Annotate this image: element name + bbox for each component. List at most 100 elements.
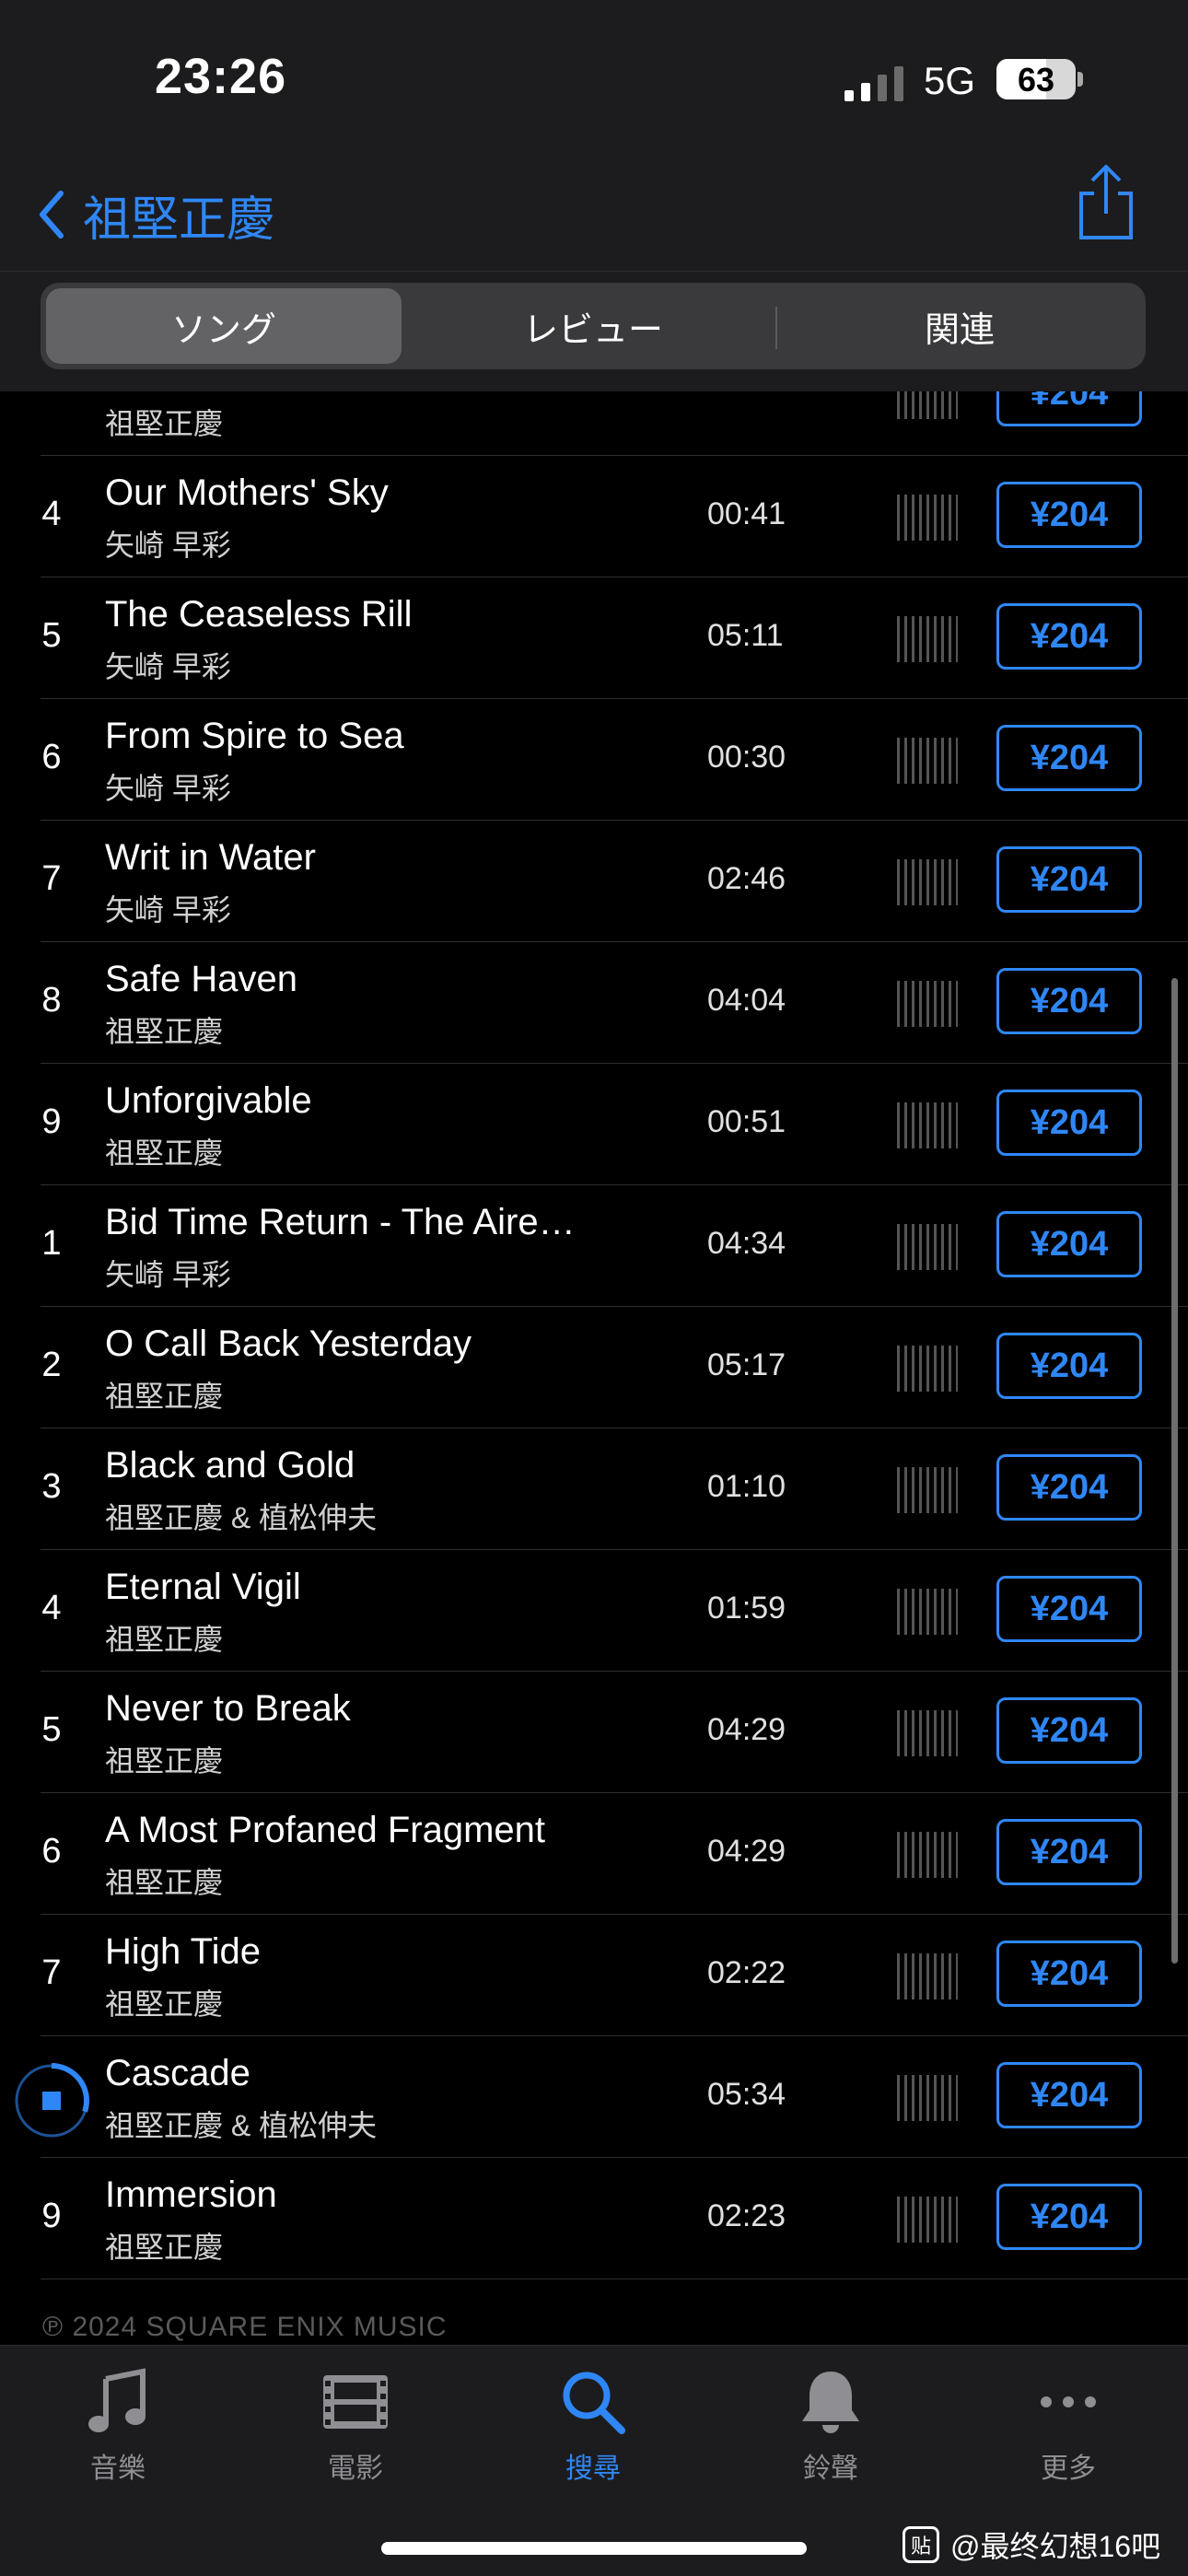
- track-list[interactable]: 祖堅正慶 ¥204 4 Our Mothers' Sky 矢崎 早彩 00:41 ¥20…: [0, 391, 1188, 2344]
- popularity-bars: [897, 738, 958, 784]
- track-title: From Spire to Sea: [105, 716, 404, 756]
- music-note-icon: [88, 2368, 146, 2432]
- back-button-label: 祖堅正慶: [83, 192, 275, 247]
- status-time: 23:26: [155, 49, 287, 104]
- tab-more[interactable]: 更多: [995, 2366, 1142, 2486]
- track-number: 7: [41, 859, 62, 898]
- track-artist: 祖堅正慶: [105, 1866, 224, 1899]
- buy-button[interactable]: ¥204: [996, 968, 1142, 1034]
- track-title: Immersion: [105, 2174, 277, 2215]
- track-duration: 00:30: [707, 740, 786, 775]
- home-indicator[interactable]: [381, 2542, 807, 2555]
- buy-button[interactable]: ¥204: [996, 603, 1142, 670]
- popularity-bars: [897, 2197, 958, 2243]
- track-row[interactable]: 5 Never to Break 祖堅正慶 04:29 ¥204: [0, 1672, 1188, 1793]
- track-row[interactable]: 4 Eternal Vigil 祖堅正慶 01:59 ¥204: [0, 1550, 1188, 1672]
- popularity-bars: [897, 2075, 958, 2121]
- track-duration: 01:59: [707, 1591, 786, 1626]
- tab-movies[interactable]: 電影: [282, 2366, 429, 2486]
- buy-button[interactable]: ¥204: [996, 1697, 1142, 1764]
- buy-button[interactable]: ¥204: [996, 1211, 1142, 1277]
- track-row[interactable]: 4 Our Mothers' Sky 矢崎 早彩 00:41 ¥204: [0, 456, 1188, 577]
- segment-divider: [775, 307, 777, 349]
- buy-button[interactable]: ¥204: [996, 725, 1142, 791]
- track-row[interactable]: Cascade 祖堅正慶 & 植松伸夫 05:34 ¥204: [0, 2036, 1188, 2158]
- buy-button[interactable]: ¥204: [996, 2062, 1142, 2128]
- track-row[interactable]: 2 O Call Back Yesterday 祖堅正慶 05:17 ¥204: [0, 1307, 1188, 1428]
- track-duration: 05:17: [707, 1347, 786, 1382]
- track-artist: 祖堅正慶: [105, 1015, 224, 1048]
- track-row[interactable]: 7 Writ in Water 矢崎 早彩 02:46 ¥204: [0, 821, 1188, 942]
- track-artist: 祖堅正慶: [105, 2231, 224, 2264]
- track-artist: 矢崎 早彩: [105, 529, 231, 562]
- track-row[interactable]: 6 A Most Profaned Fragment 祖堅正慶 04:29 ¥204: [0, 1793, 1188, 1915]
- buy-button[interactable]: ¥204: [996, 1090, 1142, 1156]
- track-title: Cascade: [105, 2053, 250, 2093]
- buy-button[interactable]: ¥204: [996, 2184, 1142, 2250]
- track-number: 7: [41, 1953, 62, 1992]
- track-row[interactable]: 9 Immersion 祖堅正慶 02:23 ¥204: [0, 2158, 1188, 2279]
- track-row-partial[interactable]: 祖堅正慶 ¥204: [0, 391, 1188, 456]
- track-title: Unforgivable: [105, 1080, 312, 1121]
- track-duration: 04:29: [707, 1712, 786, 1747]
- popularity-bars: [897, 859, 958, 905]
- track-title: Eternal Vigil: [105, 1567, 301, 1607]
- track-title: Black and Gold: [105, 1445, 355, 1486]
- buy-button[interactable]: ¥204: [996, 1333, 1142, 1399]
- track-title: Our Mothers' Sky: [105, 472, 389, 513]
- track-artist: 祖堅正慶: [105, 1380, 224, 1413]
- watermark-text: @最终幻想16吧: [950, 2530, 1161, 2563]
- track-artist: 祖堅正慶: [105, 1987, 224, 2021]
- buy-button[interactable]: ¥204: [996, 391, 1142, 426]
- track-duration: 04:29: [707, 1834, 786, 1869]
- track-duration: 05:34: [707, 2077, 786, 2112]
- track-duration: 04:34: [707, 1226, 786, 1261]
- cellular-signal-icon: [844, 66, 903, 101]
- track-row[interactable]: 6 From Spire to Sea 矢崎 早彩 00:30 ¥204: [0, 699, 1188, 821]
- tab-music[interactable]: 音樂: [44, 2366, 192, 2486]
- track-row[interactable]: 5 The Ceaseless Rill 矢崎 早彩 05:11 ¥204: [0, 577, 1188, 699]
- tab-label: 音樂: [90, 2454, 146, 2484]
- back-button[interactable]: 祖堅正慶: [35, 182, 274, 247]
- track-duration: 02:23: [707, 2198, 786, 2233]
- battery-level: 63: [1017, 61, 1055, 99]
- buy-button[interactable]: ¥204: [996, 1576, 1142, 1642]
- buy-button[interactable]: ¥204: [996, 1454, 1142, 1521]
- popularity-bars: [897, 1710, 958, 1756]
- buy-button[interactable]: ¥204: [996, 482, 1142, 548]
- scrollbar[interactable]: [1171, 978, 1178, 1964]
- track-artist: 祖堅正慶 & 植松伸夫: [105, 2109, 378, 2142]
- track-row[interactable]: 1 Bid Time Return - The Aire… 矢崎 早彩 04:34 ¥2…: [0, 1185, 1188, 1307]
- track-title: High Tide: [105, 1931, 261, 1972]
- network-type: 5G: [924, 59, 976, 102]
- popularity-bars: [897, 1102, 958, 1148]
- segment-reviews[interactable]: レビュー: [409, 288, 777, 364]
- track-artist: 矢崎 早彩: [105, 893, 231, 927]
- track-artist: 祖堅正慶: [105, 1744, 224, 1778]
- stop-preview-icon[interactable]: [13, 2062, 90, 2139]
- tab-ringtones[interactable]: 鈴聲: [757, 2366, 904, 2486]
- watermark: 贴 @最终幻想16吧: [903, 2524, 1160, 2566]
- buy-button[interactable]: ¥204: [996, 1941, 1142, 2007]
- track-row[interactable]: 8 Safe Haven 祖堅正慶 04:04 ¥204: [0, 942, 1188, 1064]
- popularity-bars: [897, 1589, 958, 1635]
- track-number: 9: [41, 1102, 62, 1141]
- popularity-bars: [897, 391, 958, 419]
- tab-label: 電影: [328, 2454, 383, 2484]
- segment-related[interactable]: 関連: [779, 288, 1140, 364]
- navigation-bar: 祖堅正慶: [0, 157, 1188, 272]
- track-row[interactable]: 9 Unforgivable 祖堅正慶 00:51 ¥204: [0, 1064, 1188, 1185]
- track-row[interactable]: 3 Black and Gold 祖堅正慶 & 植松伸夫 01:10 ¥204: [0, 1428, 1188, 1550]
- segment-songs[interactable]: ソング: [46, 288, 402, 364]
- track-number: 6: [41, 1832, 62, 1871]
- track-row[interactable]: 7 High Tide 祖堅正慶 02:22 ¥204: [0, 1915, 1188, 2036]
- track-duration: 02:22: [707, 1955, 786, 1990]
- tab-search[interactable]: 搜尋: [519, 2366, 667, 2486]
- bell-icon: [802, 2372, 859, 2433]
- share-icon[interactable]: [1074, 162, 1138, 243]
- track-duration: 05:11: [707, 618, 784, 653]
- track-artist: 祖堅正慶: [105, 1136, 224, 1170]
- buy-button[interactable]: ¥204: [996, 846, 1142, 913]
- chevron-left-icon: [40, 191, 64, 239]
- buy-button[interactable]: ¥204: [996, 1819, 1142, 1885]
